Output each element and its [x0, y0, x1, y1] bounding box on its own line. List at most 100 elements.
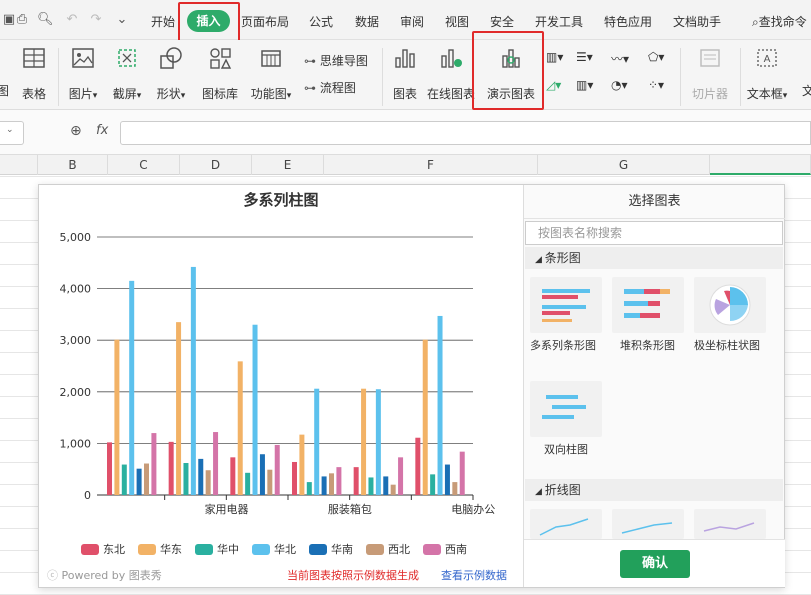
confirm-button[interactable]: 确认 [620, 550, 690, 578]
column-header-d[interactable]: D [180, 155, 252, 175]
column-chart-dropdown[interactable]: ▥▾ [546, 50, 563, 64]
bar-华北 [190, 266, 196, 495]
column-header-f[interactable]: F [324, 155, 538, 175]
ribbon-partial-left[interactable]: 图 [0, 46, 12, 99]
search-command[interactable]: ⌕查找命令 [752, 13, 807, 30]
screenshot-button[interactable]: 截屏▾ [108, 46, 146, 102]
stock-chart-dropdown[interactable]: ▥▾ [576, 78, 593, 92]
shape-button[interactable]: 形状▾ [152, 46, 190, 102]
chart-button[interactable]: 图表 [390, 46, 420, 102]
picker-footer: 确认 [524, 539, 785, 587]
thumb-polar-bar[interactable] [694, 277, 766, 333]
powered-by-label: ⓒ Powered by 图表秀 [47, 569, 162, 582]
ribbon-divider [680, 48, 681, 106]
menu-review[interactable]: 审阅 [400, 13, 424, 30]
menu-data[interactable]: 数据 [355, 13, 379, 30]
flowchart-button[interactable]: ⊶ 流程图 [304, 79, 356, 96]
bar-chart-icon [395, 49, 415, 68]
radar-chart-dropdown[interactable]: ⬠▾ [648, 50, 664, 64]
thumb-line-3[interactable] [694, 509, 766, 539]
bar-东北 [168, 441, 174, 495]
picture-button[interactable]: 图片▾ [64, 46, 102, 102]
sample-data-warning: 当前图表按照示例数据生成 [287, 569, 419, 582]
ribbon-divider [382, 48, 383, 106]
thumb-line-2[interactable] [612, 509, 684, 539]
menu-developer[interactable]: 开发工具 [535, 13, 583, 30]
thumb-stacked-bar[interactable] [612, 277, 684, 333]
table-button[interactable]: 表格 [20, 46, 48, 102]
column-header-b[interactable]: B [38, 155, 108, 175]
bar-华南 [444, 464, 450, 495]
icon-library-button[interactable]: 图标库 [200, 46, 240, 102]
menu-bar: ▣ ⎙ 🔍︎ ↶ ↷ ⌄ 开始 插入 页面布局 公式 数据 审阅 视图 安全 开… [0, 0, 811, 40]
scatter-chart-icon: ⁘▾ [648, 78, 665, 92]
bar-华东 [176, 322, 182, 495]
logo-icon: ⓒ [47, 569, 62, 582]
bar-东北 [230, 457, 236, 495]
legend-label: 西南 [445, 543, 467, 556]
column-header-c[interactable]: C [108, 155, 180, 175]
menu-features[interactable]: 特色应用 [604, 13, 652, 30]
zoom-icon[interactable]: ⊕ [70, 123, 82, 139]
thumb-label-polar-bar: 极坐标柱状图 [694, 339, 760, 352]
section-bar-charts[interactable]: ◢ 条形图 [525, 247, 783, 269]
shape-icon [160, 47, 182, 69]
svg-text:A: A [764, 54, 771, 65]
bar-chart-icon: ☰▾ [576, 50, 593, 64]
line-thumbnail-icon [539, 518, 589, 536]
fx-icon[interactable]: fx [96, 123, 108, 138]
legend-label: 华东 [160, 542, 182, 556]
column-header-g[interactable]: G [538, 155, 710, 175]
x-tick-label: 电脑办公 [451, 503, 495, 516]
function-chart-button[interactable]: 功能图▾ [248, 46, 294, 102]
thumb-multi-bar[interactable] [530, 277, 602, 333]
bar-华南 [136, 468, 142, 495]
thumb-diverging-bar[interactable] [530, 381, 602, 437]
bar-华南 [198, 458, 204, 495]
name-box-dropdown[interactable]: ⌄ [0, 121, 24, 145]
chevron-down-icon[interactable]: ⌄ [114, 12, 130, 28]
bar-东北 [415, 437, 421, 495]
bar-东北 [292, 461, 297, 495]
column-header-e[interactable]: E [252, 155, 324, 175]
online-chart-button[interactable]: 在线图表 [426, 46, 476, 102]
formula-input[interactable] [120, 121, 811, 145]
legend-swatch [309, 544, 327, 555]
menu-view[interactable]: 视图 [445, 13, 469, 30]
menu-security[interactable]: 安全 [490, 13, 514, 30]
line-chart-dropdown[interactable]: 〰▾ [611, 50, 629, 67]
bar-华北 [437, 315, 443, 495]
slicer-button[interactable]: 切片器 [690, 46, 730, 102]
section-line-charts[interactable]: ◢ 折线图 [525, 479, 783, 501]
menu-formulas[interactable]: 公式 [309, 13, 333, 30]
y-tick-label: 0 [84, 489, 91, 502]
chart-search-input[interactable]: 按图表名称搜索 [525, 221, 783, 245]
redo-icon[interactable]: ↷ [88, 12, 104, 28]
ribbon-partial-right[interactable]: 文 [802, 46, 811, 99]
menu-home[interactable]: 开始 [151, 13, 175, 30]
bar-chart-dropdown[interactable]: ☰▾ [576, 50, 593, 64]
print-preview-icon[interactable]: 🔍︎ [37, 12, 54, 28]
column-header-h[interactable] [710, 155, 811, 175]
textbox-button[interactable]: A 文本框▾ [746, 46, 788, 102]
bar-西南 [398, 457, 404, 495]
polar-bar-thumbnail-icon [709, 284, 751, 326]
menu-page-layout[interactable]: 页面布局 [241, 13, 289, 30]
scatter-chart-dropdown[interactable]: ⁘▾ [648, 78, 664, 92]
area-chart-dropdown[interactable]: ◿▾ [546, 78, 561, 92]
bar-华中 [306, 482, 312, 495]
mindmap-button[interactable]: ⊶ 思维导图 [304, 52, 368, 69]
legend-swatch [138, 544, 156, 555]
legend-swatch [252, 544, 270, 555]
print-icon[interactable]: ⎙ [14, 12, 30, 28]
y-tick-label: 3,000 [60, 334, 92, 347]
bar-华东 [361, 388, 367, 495]
column-header-a[interactable] [0, 155, 38, 175]
menu-doc-assistant[interactable]: 文档助手 [673, 13, 721, 30]
undo-icon[interactable]: ↶ [64, 12, 80, 28]
radar-chart-icon: ⬠▾ [648, 50, 665, 64]
view-sample-data-link[interactable]: 查看示例数据 [441, 567, 507, 583]
thumb-line-1[interactable] [530, 509, 602, 539]
legend-swatch [423, 544, 441, 555]
pie-chart-dropdown[interactable]: ◔▾ [611, 78, 628, 92]
